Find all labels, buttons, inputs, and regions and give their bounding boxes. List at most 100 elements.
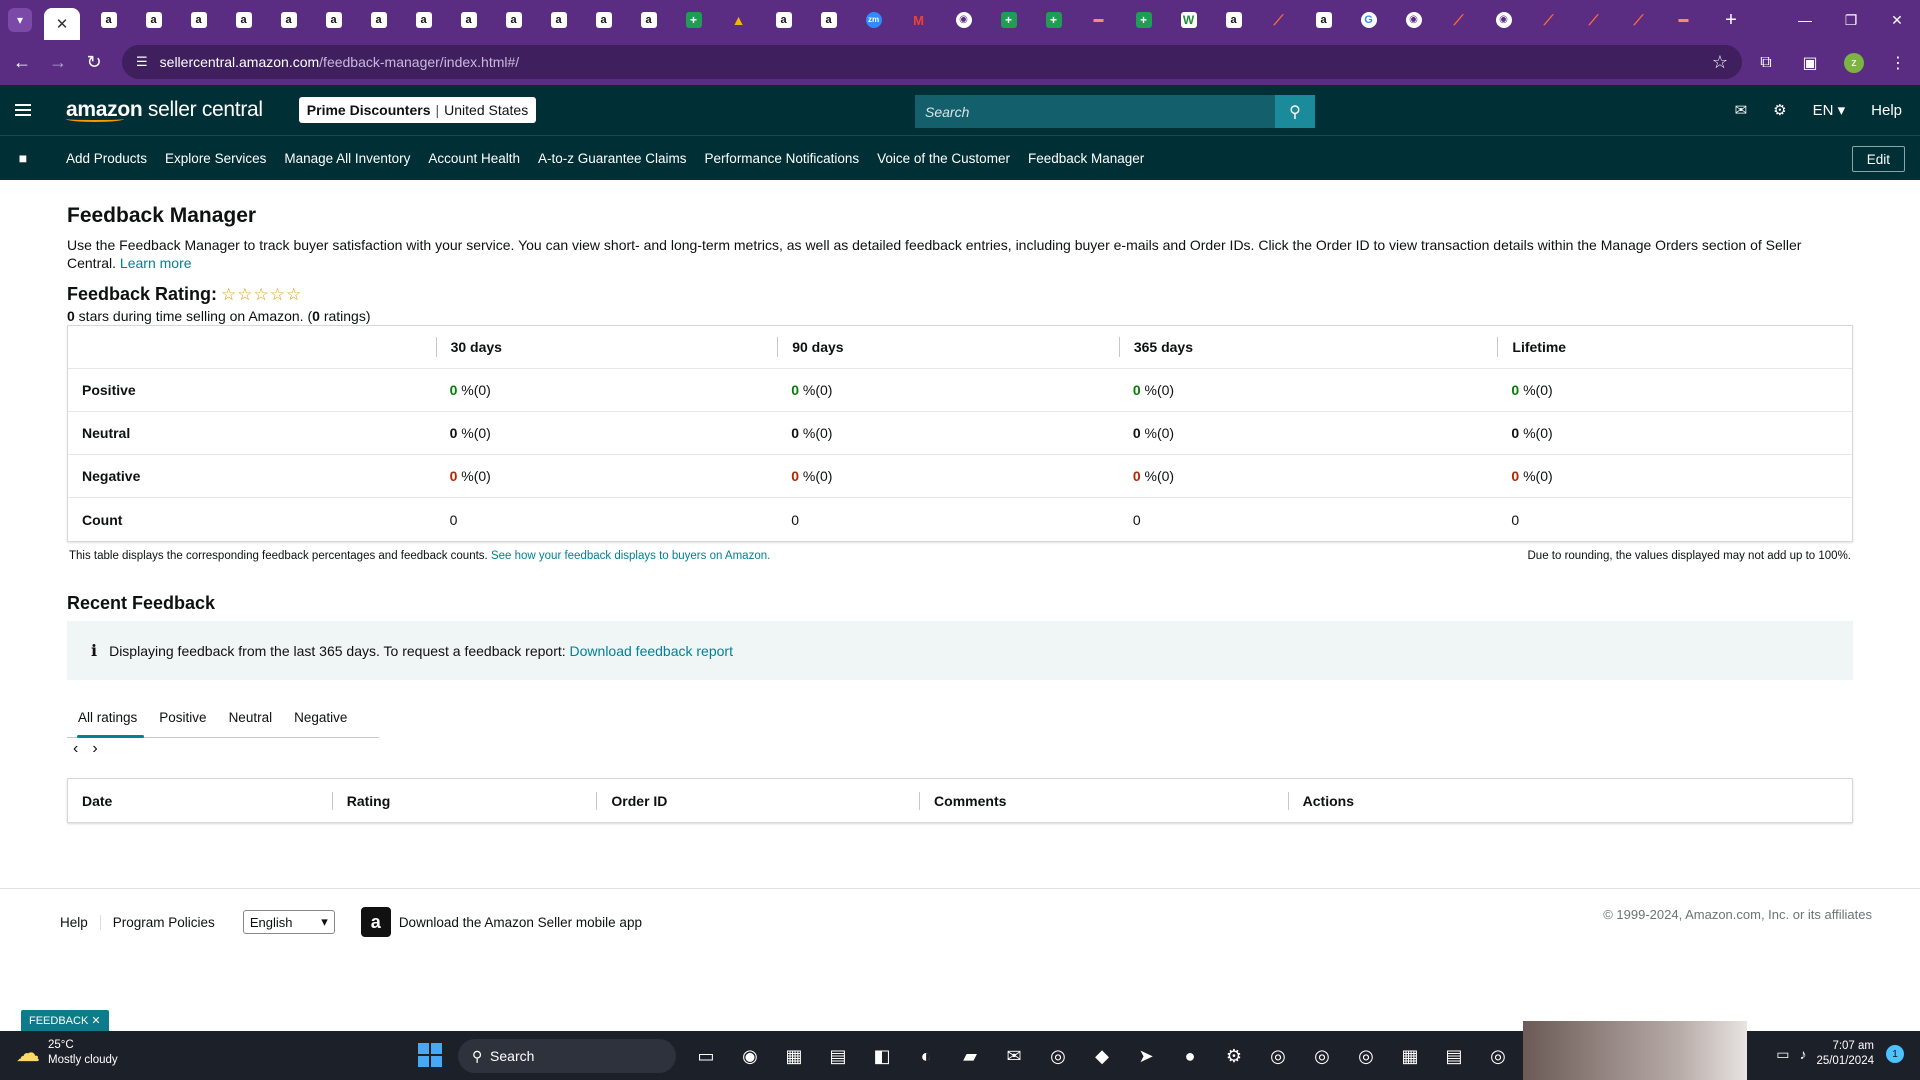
notepad-icon[interactable]: ▤ [1432, 1037, 1476, 1075]
search-icon[interactable]: ⚲ [1275, 95, 1315, 128]
browser-menu-icon[interactable]: ⋮ [1876, 53, 1920, 73]
browser-tab[interactable]: a [1301, 0, 1346, 40]
browser-tab[interactable]: ◉ [941, 0, 986, 40]
browser-tab[interactable]: ◉ [1481, 0, 1526, 40]
forward-icon[interactable]: → [40, 45, 76, 81]
column-header-date[interactable]: Date [68, 793, 332, 809]
chrome-icon[interactable]: ◎ [1344, 1037, 1388, 1075]
download-report-link[interactable]: Download feedback report [570, 643, 733, 659]
hamburger-menu-icon[interactable] [0, 104, 46, 116]
close-window-icon[interactable]: ✕ [1874, 0, 1920, 40]
edit-nav-button[interactable]: Edit [1851, 146, 1905, 172]
program-policies-link[interactable]: Program Policies [101, 915, 227, 930]
browser-tab[interactable]: a [131, 0, 176, 40]
edge-icon[interactable]: ◐ [904, 1037, 948, 1075]
file-explorer-icon[interactable]: ▰ [948, 1037, 992, 1075]
mobile-app-promo[interactable]: a Download the Amazon Seller mobile app [360, 907, 642, 937]
reload-icon[interactable]: ↻ [76, 45, 112, 81]
task-view-icon[interactable]: ▭ [684, 1037, 728, 1075]
browser-tab[interactable]: ◉ [1391, 0, 1436, 40]
browser-tab[interactable]: + [1031, 0, 1076, 40]
header-search-input[interactable]: Search [915, 95, 1275, 128]
buyer-display-link[interactable]: See how your feedback displays to buyers… [491, 550, 770, 562]
new-tab-button[interactable]: + [1716, 9, 1746, 32]
browser-tab[interactable]: + [1121, 0, 1166, 40]
browser-tab[interactable]: a [491, 0, 536, 40]
language-selector[interactable]: EN ▾ [1813, 101, 1846, 120]
calculator-icon[interactable]: ▦ [1388, 1037, 1432, 1075]
chrome-icon[interactable]: ◎ [1036, 1037, 1080, 1075]
browser-tab[interactable]: ▲ [716, 0, 761, 40]
bookmark-star-icon[interactable]: ☆ [1712, 52, 1728, 73]
browser-tab[interactable]: a [761, 0, 806, 40]
close-icon[interactable]: ✕ [91, 1014, 100, 1027]
chevron-right-icon[interactable]: › [92, 740, 97, 758]
chevron-left-icon[interactable]: ‹ [73, 740, 78, 758]
nav-item-account-health[interactable]: Account Health [428, 151, 520, 166]
notification-badge[interactable]: 1 [1886, 1045, 1904, 1063]
taskbar-search[interactable]: ⚲ Search [458, 1039, 676, 1073]
app-icon[interactable]: ▤ [816, 1037, 860, 1075]
nav-item-add-products[interactable]: Add Products [66, 151, 147, 166]
help-link[interactable]: Help [1871, 102, 1902, 119]
minimize-icon[interactable]: — [1782, 0, 1828, 40]
bookmark-icon[interactable]: ■ [0, 150, 46, 166]
browser-tab[interactable]: a [401, 0, 446, 40]
tab-positive[interactable]: Positive [148, 698, 217, 738]
teams-icon[interactable]: ◉ [728, 1037, 772, 1075]
learn-more-link[interactable]: Learn more [120, 255, 192, 271]
browser-tab[interactable]: ⟋ [1526, 0, 1571, 40]
app-icon[interactable]: ◧ [860, 1037, 904, 1075]
back-icon[interactable]: ← [4, 45, 40, 81]
browser-tab[interactable]: M [896, 0, 941, 40]
column-header-comments[interactable]: Comments [919, 791, 1288, 810]
settings-gear-icon[interactable]: ⚙ [1212, 1037, 1256, 1075]
network-icon[interactable]: ▭ [1776, 1046, 1789, 1063]
footer-language-select[interactable]: English ▾ [242, 910, 335, 934]
nav-item-explore-services[interactable]: Explore Services [165, 151, 266, 166]
close-tab-icon[interactable]: ✕ [56, 15, 69, 33]
profile-avatar[interactable]: z [1832, 52, 1876, 73]
nav-item-voice-of-the-customer[interactable]: Voice of the Customer [877, 151, 1010, 166]
windows-start-icon[interactable] [418, 1043, 442, 1067]
browser-tab[interactable]: a [311, 0, 356, 40]
chrome-icon[interactable]: ◎ [1476, 1037, 1520, 1075]
footer-help-link[interactable]: Help [48, 914, 101, 930]
mail-icon[interactable]: ✉ [1735, 101, 1748, 119]
column-header-actions[interactable]: Actions [1287, 791, 1852, 810]
tab-negative[interactable]: Negative [283, 698, 358, 738]
app-icon[interactable]: ◆ [1080, 1037, 1124, 1075]
address-bar[interactable]: ☰ sellercentral.amazon.com/feedback-mana… [122, 45, 1742, 79]
browser-tab[interactable]: ⟋ [1616, 0, 1661, 40]
browser-tab[interactable]: a [266, 0, 311, 40]
chrome-icon[interactable]: ◎ [1300, 1037, 1344, 1075]
browser-tab[interactable]: a [536, 0, 581, 40]
nav-item-a-to-z-guarantee-claims[interactable]: A-to-z Guarantee Claims [538, 151, 687, 166]
store-icon[interactable]: ▦ [772, 1037, 816, 1075]
site-info-icon[interactable]: ☰ [136, 54, 148, 70]
browser-tab[interactable]: ▬ [1661, 0, 1706, 40]
extensions-icon[interactable]: ⧉ [1744, 54, 1788, 72]
browser-tab[interactable]: + [671, 0, 716, 40]
tab-search-icon[interactable]: ▾ [8, 8, 32, 32]
nav-item-manage-all-inventory[interactable]: Manage All Inventory [284, 151, 410, 166]
nav-item-performance-notifications[interactable]: Performance Notifications [705, 151, 860, 166]
browser-tab[interactable]: a [806, 0, 851, 40]
browser-tab[interactable]: a [626, 0, 671, 40]
settings-gear-icon[interactable]: ⚙ [1773, 101, 1786, 119]
browser-tab[interactable]: a [86, 0, 131, 40]
amazon-seller-central-logo[interactable]: amazon seller central [66, 98, 263, 122]
browser-tab[interactable]: a [221, 0, 266, 40]
side-panel-icon[interactable]: ▣ [1788, 53, 1832, 73]
browser-tab[interactable]: a [356, 0, 401, 40]
chrome-icon[interactable]: ◎ [1256, 1037, 1300, 1075]
zoom-icon[interactable]: ● [1168, 1037, 1212, 1075]
restore-icon[interactable]: ❐ [1828, 0, 1874, 40]
browser-tab[interactable]: W [1166, 0, 1211, 40]
browser-tab[interactable]: ⟋ [1436, 0, 1481, 40]
browser-tab[interactable]: a [176, 0, 221, 40]
browser-tab[interactable]: G [1346, 0, 1391, 40]
browser-tab[interactable]: a [446, 0, 491, 40]
feedback-tab[interactable]: FEEDBACK ✕ [21, 1010, 109, 1031]
store-switcher[interactable]: Prime Discounters | United States [298, 97, 537, 123]
